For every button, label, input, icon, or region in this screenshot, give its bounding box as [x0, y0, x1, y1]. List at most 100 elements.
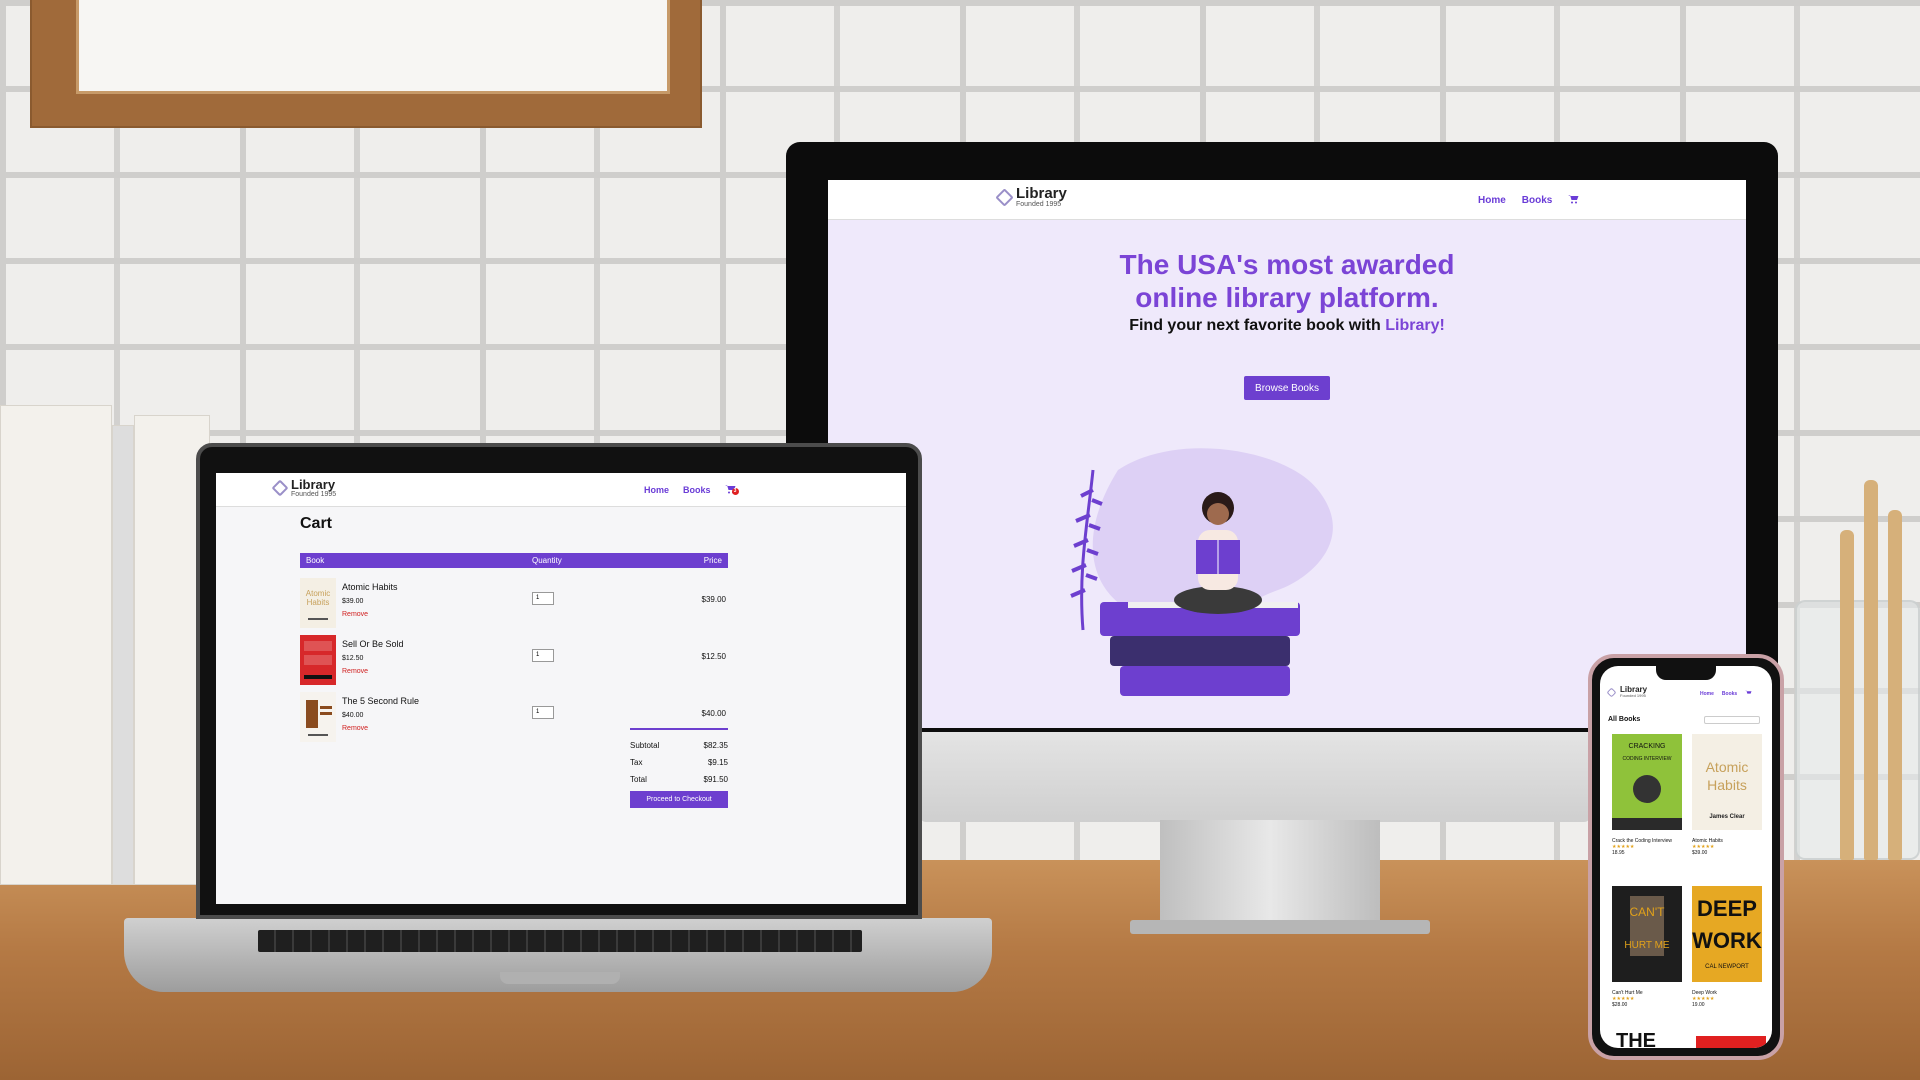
- subtotal-value: $82.35: [703, 741, 728, 750]
- brush: [1888, 510, 1902, 860]
- hero-subtitle-accent: Library!: [1385, 317, 1445, 334]
- remove-link[interactable]: Remove: [342, 611, 368, 618]
- logo-cube-icon: [271, 479, 289, 497]
- total-row: Total $91.50: [630, 775, 728, 784]
- nav-books-link[interactable]: Books: [1722, 691, 1737, 697]
- logo-cube-icon: [1606, 687, 1617, 697]
- remove-link[interactable]: Remove: [342, 725, 368, 732]
- laptop-navbar: Library Founded 1995 Home Books 3: [216, 473, 906, 507]
- book-price: $28.00: [1612, 1002, 1628, 1008]
- logo-text: Library Founded 1995: [1620, 686, 1647, 698]
- subtotal-row: Subtotal $82.35: [630, 741, 728, 750]
- logo-subtitle: Founded 1995: [291, 491, 337, 498]
- phone-notch: [1656, 666, 1716, 680]
- column-quantity: Quantity: [532, 556, 562, 565]
- laptop-notch: [500, 972, 620, 984]
- monitor-chin: [920, 722, 1590, 822]
- logo-text: Library Founded 1995: [291, 478, 336, 498]
- cart-icon[interactable]: [1745, 690, 1752, 698]
- summary-divider: [630, 728, 728, 730]
- cover-subtitle: CODING INTERVIEW: [1622, 756, 1671, 762]
- book-card[interactable]: CRACKING CODING INTERVIEW Crack the Codin…: [1612, 734, 1684, 856]
- quantity-input[interactable]: 1: [532, 592, 554, 605]
- book-stack: [0, 405, 210, 885]
- laptop-logo[interactable]: Library Founded 1995: [271, 478, 336, 498]
- svg-text:Habits: Habits: [307, 598, 330, 607]
- total-label: Total: [630, 775, 647, 784]
- cover-title: CAN'T: [1630, 905, 1666, 919]
- phone-logo[interactable]: Library Founded 1995: [1606, 686, 1647, 698]
- book-price: $39.00: [1692, 850, 1708, 856]
- book-card[interactable]: CAN'T HURT ME Can't Hurt Me ★★★★★ $28.00: [1612, 886, 1684, 1008]
- item-total: $12.50: [701, 652, 726, 661]
- desktop-navbar: Library Founded 1995 Home Books: [828, 180, 1746, 220]
- cover-subtitle: HURT ME: [1624, 940, 1670, 951]
- laptop-nav-links: Home Books 3: [644, 484, 739, 496]
- logo-cube-icon: [995, 187, 1014, 207]
- scene: Library Founded 1995 Home Books The USA'…: [0, 0, 1920, 1080]
- cart-icon[interactable]: [1568, 194, 1579, 207]
- desktop-screen: Library Founded 1995 Home Books The USA'…: [828, 180, 1746, 728]
- desktop-nav-links: Home Books: [1478, 194, 1579, 207]
- logo-text: Library Founded 1995: [1016, 186, 1067, 208]
- cart-count-badge: 3: [731, 488, 739, 495]
- nav-home-link[interactable]: Home: [644, 485, 669, 495]
- logo-title: Library: [291, 477, 336, 492]
- book-cover-coding-interview: CRACKING CODING INTERVIEW: [1612, 734, 1682, 830]
- book-price: 18.95: [1612, 850, 1625, 856]
- brush: [1840, 530, 1854, 860]
- nav-books-link[interactable]: Books: [1522, 195, 1553, 206]
- picture-frame: [30, 0, 702, 128]
- book-cover-deep-work: DEEP WORK CAL NEWPORT: [1692, 886, 1762, 982]
- cover-subtitle: WORK: [1692, 928, 1762, 953]
- cover-title: DEEP: [1697, 896, 1757, 921]
- book-cover-5-second-rule: [300, 692, 336, 742]
- phone-nav-links: Home Books: [1700, 690, 1752, 698]
- cart-row: Sell Or Be Sold $12.50 Remove 1 $12.50: [300, 635, 728, 685]
- picture-frame-canvas: [76, 0, 670, 94]
- cart-icon[interactable]: 3: [724, 484, 739, 496]
- svg-text:Atomic: Atomic: [306, 589, 330, 598]
- all-books-heading: All Books: [1608, 716, 1641, 723]
- book-cover-atomic-habits: AtomicHabits: [300, 578, 336, 628]
- item-price: $40.00: [342, 712, 364, 719]
- book-card[interactable]: Atomic Habits James Clear Atomic Habits ★★…: [1692, 734, 1764, 856]
- cover-title: CRACKING: [1629, 743, 1666, 750]
- subtotal-label: Subtotal: [630, 741, 660, 750]
- browse-books-button[interactable]: Browse Books: [1244, 376, 1330, 400]
- sort-select[interactable]: [1704, 716, 1760, 724]
- phone-screen: Library Founded 1995 Home Books All Book…: [1600, 666, 1772, 1048]
- quantity-input[interactable]: 1: [532, 706, 554, 719]
- item-title[interactable]: Sell Or Be Sold: [342, 639, 404, 649]
- monitor-base: [1130, 920, 1430, 934]
- hero-title-line2: online library platform.: [1135, 282, 1439, 313]
- hero-subtitle: Find your next favorite book with Librar…: [828, 317, 1746, 335]
- logo-subtitle: Founded 1995: [1620, 693, 1646, 698]
- remove-link[interactable]: Remove: [342, 668, 368, 675]
- logo-subtitle: Founded 1995: [1016, 201, 1062, 208]
- laptop: Library Founded 1995 Home Books 3 Cart B…: [196, 443, 922, 919]
- quantity-input[interactable]: 1: [532, 649, 554, 662]
- nav-home-link[interactable]: Home: [1700, 691, 1714, 697]
- partial-book-cover-red: [1696, 1036, 1766, 1048]
- smartphone: Library Founded 1995 Home Books All Book…: [1588, 654, 1784, 1060]
- tax-label: Tax: [630, 758, 643, 767]
- reading-illustration: [1070, 448, 1333, 696]
- tax-value: $9.15: [707, 758, 728, 767]
- book-price: 19.00: [1692, 1002, 1705, 1008]
- nav-home-link[interactable]: Home: [1478, 195, 1506, 206]
- item-title[interactable]: Atomic Habits: [342, 582, 398, 592]
- desktop-logo[interactable]: Library Founded 1995: [995, 186, 1067, 208]
- item-total: $40.00: [701, 709, 726, 718]
- book-card[interactable]: DEEP WORK CAL NEWPORT Deep Work ★★★★★ 19.0…: [1692, 886, 1764, 1008]
- nav-books-link[interactable]: Books: [683, 485, 711, 495]
- item-title[interactable]: The 5 Second Rule: [342, 696, 419, 706]
- proceed-to-checkout-button[interactable]: Proceed to Checkout: [630, 791, 728, 808]
- monitor-stand: [1160, 820, 1380, 930]
- partial-book-cover: THE: [1616, 1030, 1656, 1048]
- item-price: $39.00: [342, 598, 364, 605]
- brush: [1864, 480, 1878, 860]
- total-value: $91.50: [703, 775, 728, 784]
- cover-author: James Clear: [1709, 814, 1745, 820]
- tax-row: Tax $9.15: [630, 758, 728, 767]
